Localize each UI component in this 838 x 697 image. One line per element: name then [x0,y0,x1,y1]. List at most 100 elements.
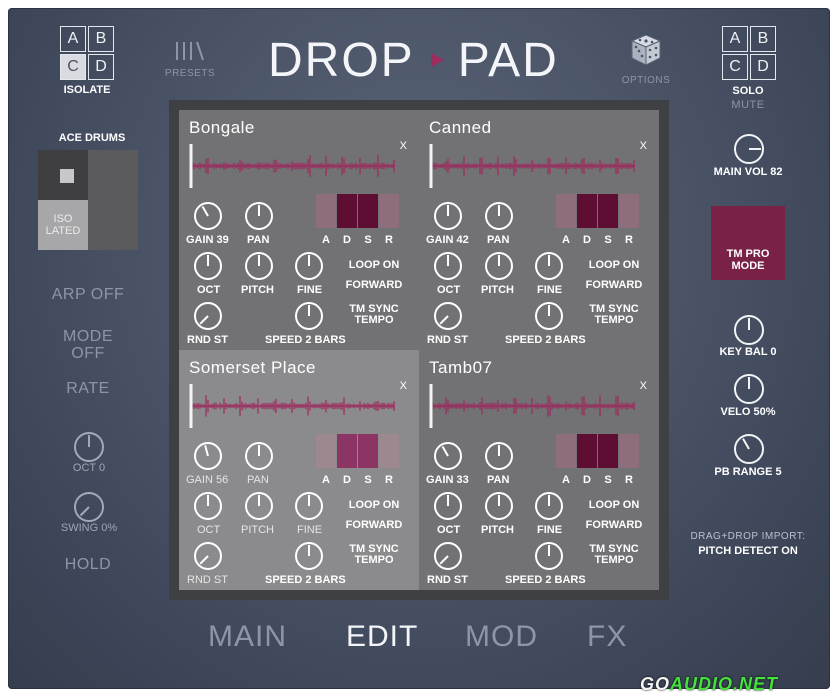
oct-knob[interactable] [194,492,222,520]
xy-pad-quadrant-a[interactable] [38,150,88,200]
decay-block[interactable] [577,194,597,228]
hold-toggle[interactable]: HOLD [38,556,138,573]
fine-knob[interactable] [295,252,323,280]
solo-b-button[interactable]: B [750,26,776,52]
tab-fx[interactable]: FX [587,620,627,654]
oct-knob[interactable] [194,252,222,280]
arp-toggle[interactable]: ARP OFF [38,286,138,303]
remove-sample-button[interactable]: X [400,140,407,152]
solo-a-button[interactable]: A [722,26,748,52]
speed-knob[interactable] [295,542,323,570]
rnd-st-knob[interactable] [194,302,222,330]
options-button[interactable]: OPTIONS [614,32,678,86]
release-block[interactable] [619,194,639,228]
gain-knob[interactable] [194,202,222,230]
tm-pro-mode-button[interactable]: TM PRO MODE [711,206,785,280]
rnd-st-knob[interactable] [194,542,222,570]
mute-label[interactable]: MUTE [708,99,788,111]
mode-toggle[interactable]: MODE OFF [38,328,138,362]
sustain-block[interactable] [598,194,618,228]
presets-button[interactable]: PRESETS [160,40,220,79]
speed-knob[interactable] [295,302,323,330]
remove-sample-button[interactable]: X [640,140,647,152]
release-block[interactable] [379,434,399,468]
pb-range-knob[interactable] [734,434,764,464]
pan-knob[interactable] [485,202,513,230]
xy-pad-quadrant-d[interactable] [88,200,138,250]
solo-d-button[interactable]: D [750,54,776,80]
tab-edit[interactable]: EDIT [346,620,418,654]
pitch-knob[interactable] [245,492,273,520]
loop-toggle[interactable]: LOOP ON [339,260,409,271]
key-bal-knob[interactable] [734,315,764,345]
rnd-st-knob[interactable] [434,302,462,330]
waveform-display[interactable] [189,380,395,430]
loop-toggle[interactable]: LOOP ON [579,500,649,511]
release-block[interactable] [379,194,399,228]
gain-knob[interactable] [434,202,462,230]
direction-toggle[interactable]: FORWARD [579,520,649,531]
loop-toggle[interactable]: LOOP ON [579,260,649,271]
pitch-knob[interactable] [245,252,273,280]
isolate-c-button[interactable]: C [60,54,86,80]
pan-knob[interactable] [245,442,273,470]
attack-block[interactable] [556,194,576,228]
direction-toggle[interactable]: FORWARD [579,280,649,291]
tm-sync-toggle[interactable]: TM SYNC TEMPO [339,544,409,566]
waveform-display[interactable] [429,140,635,190]
tab-mod[interactable]: MOD [465,620,538,654]
fine-knob[interactable] [535,492,563,520]
oct-knob[interactable] [434,252,462,280]
direction-toggle[interactable]: FORWARD [339,280,409,291]
fine-knob[interactable] [535,252,563,280]
remove-sample-button[interactable]: X [400,380,407,392]
swing-knob[interactable] [74,492,104,522]
isolate-b-button[interactable]: B [88,26,114,52]
pan-knob[interactable] [245,202,273,230]
speed-knob[interactable] [535,302,563,330]
direction-toggle[interactable]: FORWARD [339,520,409,531]
solo-c-button[interactable]: C [722,54,748,80]
decay-block[interactable] [337,194,357,228]
attack-block[interactable] [556,434,576,468]
decay-block[interactable] [337,434,357,468]
waveform-display[interactable] [429,380,635,430]
tm-sync-toggle[interactable]: TM SYNC TEMPO [339,304,409,326]
pitch-knob[interactable] [485,492,513,520]
pitch-knob[interactable] [485,252,513,280]
remove-sample-button[interactable]: X [640,380,647,392]
sample-slot-1[interactable]: Bongale X GAIN 39 PAN A D S R OCT PITCH FINE RND ST… [179,110,419,350]
sustain-block[interactable] [358,434,378,468]
velo-knob[interactable] [734,374,764,404]
fine-knob[interactable] [295,492,323,520]
attack-block[interactable] [316,194,336,228]
oct-knob[interactable] [434,492,462,520]
isolate-d-button[interactable]: D [88,54,114,80]
sustain-block[interactable] [598,434,618,468]
speed-knob[interactable] [535,542,563,570]
xy-pad[interactable]: ISO LATED [38,150,138,250]
gain-knob[interactable] [194,442,222,470]
oct-knob[interactable] [74,432,104,462]
main-vol-knob[interactable] [734,134,764,164]
waveform-display[interactable] [189,140,395,190]
sample-slot-4[interactable]: Tamb07 X GAIN 33 PAN A D S R OCT PITCH FINE RND ST S… [419,350,659,590]
sample-slot-3[interactable]: Somerset Place X GAIN 56 PAN A D S R OCT PITCH FIN… [179,350,419,590]
attack-block[interactable] [316,434,336,468]
release-block[interactable] [619,434,639,468]
rate-control[interactable]: RATE [38,380,138,397]
sustain-block[interactable] [358,194,378,228]
tm-sync-toggle[interactable]: TM SYNC TEMPO [579,304,649,326]
xy-pad-quadrant-b[interactable] [88,150,138,200]
decay-block[interactable] [577,434,597,468]
tm-sync-toggle[interactable]: TM SYNC TEMPO [579,544,649,566]
gain-knob[interactable] [434,442,462,470]
sample-slot-2[interactable]: Canned X GAIN 42 PAN A D S R OCT PITCH FINE RND ST S… [419,110,659,350]
tab-main[interactable]: MAIN [208,620,287,654]
xy-pad-handle[interactable] [60,169,74,183]
pitch-detect-toggle[interactable]: PITCH DETECT ON [678,545,818,557]
loop-toggle[interactable]: LOOP ON [339,500,409,511]
xy-pad-quadrant-c[interactable]: ISO LATED [38,200,88,250]
rnd-st-knob[interactable] [434,542,462,570]
pan-knob[interactable] [485,442,513,470]
